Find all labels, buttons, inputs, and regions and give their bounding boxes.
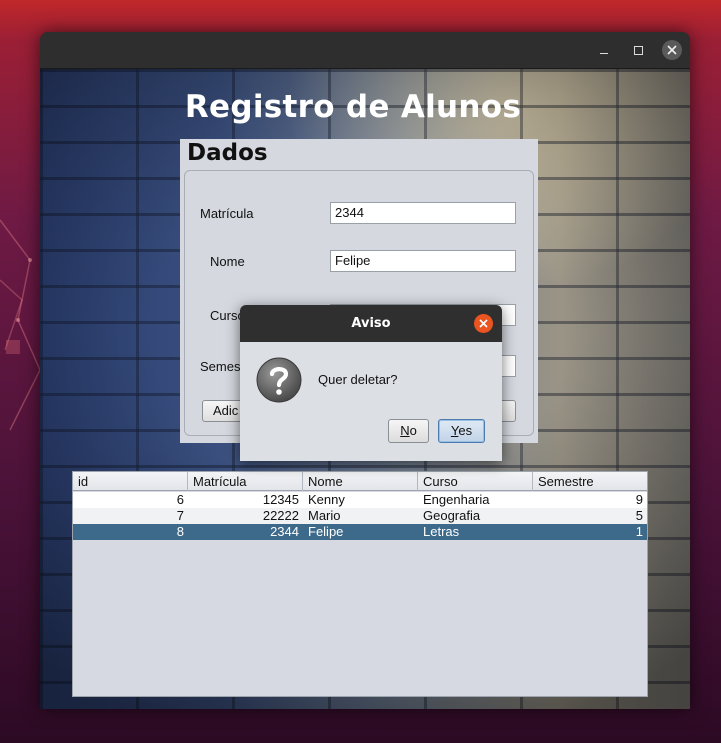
dialog-message: Quer deletar? xyxy=(318,372,398,387)
question-icon xyxy=(256,357,302,403)
app-title: Registro de Alunos xyxy=(184,89,522,125)
cell-semestre: 1 xyxy=(635,524,643,539)
nome-label: Nome xyxy=(210,254,245,269)
nome-field[interactable]: Felipe xyxy=(330,250,516,272)
no-mnemonic: N xyxy=(400,423,410,438)
cell-matricula: 12345 xyxy=(262,492,299,507)
cell-id: 7 xyxy=(176,508,184,523)
cell-curso: Letras xyxy=(423,524,460,539)
window-titlebar[interactable] xyxy=(40,32,690,69)
panel-title: Dados xyxy=(187,140,268,166)
cell-matricula: 22222 xyxy=(262,508,299,523)
matricula-field[interactable]: 2344 xyxy=(330,202,516,224)
column-header-nome[interactable]: Nome xyxy=(303,472,418,491)
matricula-label: Matrícula xyxy=(200,206,254,221)
dialog-close-icon[interactable] xyxy=(474,314,493,333)
column-header-semestre[interactable]: Semestre xyxy=(533,472,647,491)
column-header-curso[interactable]: Curso xyxy=(418,472,533,491)
confirm-dialog: Aviso Quer deletar? No Yes xyxy=(240,305,502,461)
yes-button[interactable]: Yes xyxy=(438,419,485,443)
cell-curso: Geografia xyxy=(423,508,481,523)
students-table[interactable]: id Matrícula Nome Curso Semestre 6 12345… xyxy=(72,471,648,697)
cell-nome: Mario xyxy=(308,508,341,523)
table-row[interactable]: 6 12345 Kenny Engenharia 9 xyxy=(73,492,647,508)
cell-semestre: 5 xyxy=(635,508,643,523)
close-icon[interactable] xyxy=(662,40,682,60)
dialog-title[interactable]: Aviso xyxy=(240,305,502,342)
column-header-matricula[interactable]: Matrícula xyxy=(188,472,303,491)
cell-nome: Kenny xyxy=(308,492,345,507)
maximize-icon[interactable] xyxy=(628,40,648,60)
table-row-selected[interactable]: 8 2344 Felipe Letras 1 xyxy=(73,524,647,540)
semestre-label: Semes xyxy=(200,359,241,374)
cell-id: 8 xyxy=(176,524,184,539)
minimize-icon[interactable] xyxy=(594,40,614,60)
no-button[interactable]: No xyxy=(388,419,429,443)
cell-id: 6 xyxy=(176,492,184,507)
yes-label-rest: es xyxy=(458,423,473,438)
column-header-id[interactable]: id xyxy=(73,472,188,491)
no-label-rest: o xyxy=(409,423,417,438)
table-header: id Matrícula Nome Curso Semestre xyxy=(73,472,647,491)
cell-matricula: 2344 xyxy=(270,524,299,539)
cell-curso: Engenharia xyxy=(423,492,490,507)
desktop-wallpaper-decoration xyxy=(0,219,41,431)
table-row[interactable]: 7 22222 Mario Geografia 5 xyxy=(73,508,647,524)
cell-semestre: 9 xyxy=(635,492,643,507)
cell-nome: Felipe xyxy=(308,524,344,539)
